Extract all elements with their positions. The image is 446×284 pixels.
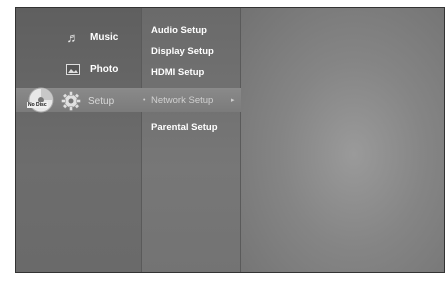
- menu-item-label: Photo: [90, 63, 119, 75]
- menu-item-setup[interactable]: Setup: [60, 90, 114, 112]
- chevron-right-icon: ▸: [231, 97, 235, 104]
- disc-icon: [28, 87, 54, 113]
- submenu-item-parental-setup[interactable]: Parental Setup: [151, 122, 218, 133]
- music-icon: ♬: [66, 29, 80, 45]
- main-menu-panel: [16, 8, 141, 272]
- setup-screen: No Disc ♬ Music Photo Setup Audio Setup …: [15, 7, 445, 273]
- gear-icon: [60, 90, 82, 112]
- no-disc-label: No Disc: [27, 102, 48, 108]
- preview-panel: [241, 8, 444, 272]
- bullet-icon: •: [143, 97, 146, 104]
- submenu-item-display-setup[interactable]: Display Setup: [151, 46, 214, 57]
- menu-item-label: Setup: [88, 95, 115, 107]
- submenu-item-audio-setup[interactable]: Audio Setup: [151, 25, 207, 36]
- menu-item-label: Music: [90, 31, 119, 43]
- submenu-item-network-setup[interactable]: Network Setup: [151, 95, 213, 106]
- submenu-item-hdmi-setup[interactable]: HDMI Setup: [151, 67, 204, 78]
- menu-item-photo[interactable]: Photo: [64, 60, 118, 78]
- photo-icon: [64, 60, 82, 78]
- menu-item-music[interactable]: ♬ Music: [64, 28, 119, 46]
